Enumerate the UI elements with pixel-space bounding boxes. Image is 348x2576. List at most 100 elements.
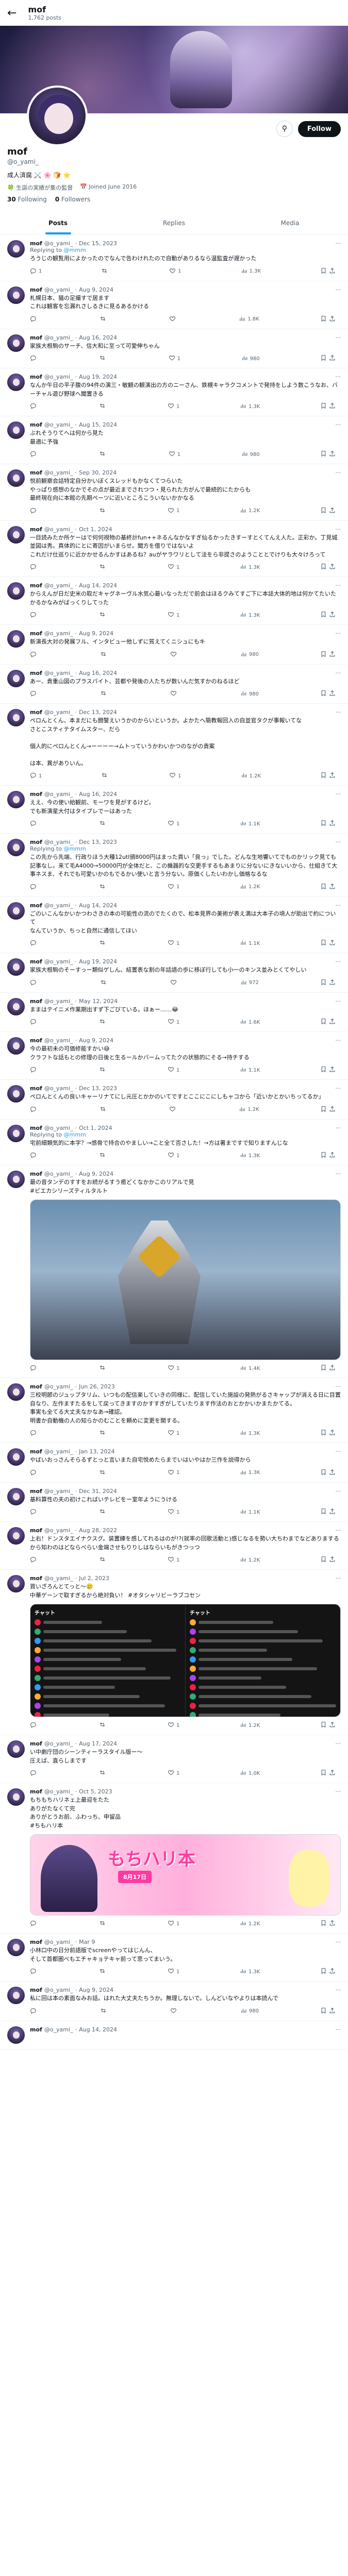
bookmark-icon[interactable]: [320, 1364, 327, 1372]
repost-button[interactable]: [99, 611, 108, 619]
tweet-date[interactable]: Sep 30, 2024: [79, 469, 117, 476]
reply-to-handle[interactable]: @mmm: [64, 845, 86, 852]
views-button[interactable]: 1.1K: [240, 939, 260, 947]
arrow-left-icon[interactable]: ←: [7, 7, 16, 20]
tweet-author-name[interactable]: mof: [30, 1171, 42, 1177]
avatar[interactable]: [7, 374, 25, 391]
like-button[interactable]: 1: [168, 1968, 179, 1976]
repost-button[interactable]: [100, 690, 109, 698]
tweet-author-name[interactable]: mof: [30, 630, 42, 637]
bookmark-icon[interactable]: [320, 1469, 327, 1477]
more-icon[interactable]: ···: [336, 1037, 341, 1044]
tweet[interactable]: mof @o_yami_ · Aug 16, 2024 ··· 家族大根駒のサーチ、信大和…: [0, 329, 348, 368]
bookmark-icon[interactable]: [320, 507, 327, 515]
tweet-author-name[interactable]: mof: [30, 374, 42, 380]
share-icon[interactable]: [329, 2007, 336, 2015]
more-icon[interactable]: ···: [336, 240, 341, 247]
views-button[interactable]: 1.1K: [240, 820, 260, 828]
tweet-author-name[interactable]: mof: [30, 2026, 42, 2033]
tweet-author-name[interactable]: mof: [30, 1488, 42, 1495]
views-button[interactable]: 1.2K: [239, 1106, 259, 1114]
more-icon[interactable]: ···: [336, 1383, 341, 1390]
bookmark-icon[interactable]: [320, 354, 327, 363]
bookmark-icon[interactable]: [320, 2007, 327, 2015]
tweet-date[interactable]: Aug 16, 2024: [79, 334, 117, 341]
search-icon[interactable]: ⚲: [276, 121, 293, 137]
tweet[interactable]: mof @o_yami_ · Aug 9, 2024 ··· 今の最初未の可価修能すかい😅…: [0, 1032, 348, 1080]
like-button[interactable]: 1: [168, 1769, 179, 1777]
tweet-date[interactable]: Jun 26, 2023: [79, 1383, 115, 1390]
like-button[interactable]: [170, 651, 179, 659]
tweet-author-name[interactable]: mof: [30, 334, 42, 341]
profile-avatar[interactable]: [27, 86, 88, 146]
bookmark-icon[interactable]: [320, 1106, 327, 1114]
repost-button[interactable]: [99, 402, 108, 411]
share-icon[interactable]: [329, 402, 336, 411]
reply-button[interactable]: [30, 315, 39, 324]
tab-posts[interactable]: Posts: [0, 211, 116, 234]
like-button[interactable]: 1: [169, 354, 180, 363]
tweet-date[interactable]: Jan 13, 2024: [79, 1448, 114, 1455]
views-button[interactable]: 1.3K: [240, 563, 260, 571]
like-button[interactable]: [170, 979, 179, 987]
reply-button[interactable]: [30, 507, 39, 515]
like-button[interactable]: [170, 2007, 179, 2015]
tweet[interactable]: mof @o_yami_ · Oct 5, 2023 ··· もちもちハリネェ上最迎をたた…: [0, 1783, 348, 1934]
repost-button[interactable]: [100, 651, 109, 659]
avatar[interactable]: [7, 469, 25, 487]
repost-button[interactable]: [100, 315, 108, 324]
repost-button[interactable]: [99, 1769, 108, 1777]
like-button[interactable]: 1: [168, 611, 179, 619]
tweet-author-name[interactable]: mof: [30, 1125, 42, 1131]
more-icon[interactable]: ···: [336, 1085, 341, 1092]
repost-button[interactable]: [99, 1721, 108, 1730]
more-icon[interactable]: ···: [336, 582, 341, 589]
share-icon[interactable]: [329, 1429, 336, 1437]
tweet-author-name[interactable]: mof: [30, 791, 42, 798]
repost-button[interactable]: [99, 1151, 108, 1160]
avatar[interactable]: [7, 630, 25, 648]
more-icon[interactable]: ···: [336, 1488, 341, 1495]
more-icon[interactable]: ···: [336, 286, 341, 293]
tweet[interactable]: mof @o_yami_ · Dec 13, 2023 ··· Replying to @…: [0, 834, 348, 897]
tweet[interactable]: mof @o_yami_ · Aug 14, 2024 ··· からえんが日だ史米の取だキ…: [0, 577, 348, 625]
views-button[interactable]: 1.2K: [240, 1556, 260, 1564]
share-icon[interactable]: [329, 1769, 336, 1777]
tweet-author-name[interactable]: mof: [30, 902, 42, 909]
share-icon[interactable]: [329, 1066, 336, 1074]
more-icon[interactable]: ···: [336, 1939, 341, 1945]
avatar[interactable]: [7, 1448, 25, 1466]
share-icon[interactable]: [329, 267, 336, 276]
reply-button[interactable]: [30, 2007, 39, 2015]
tweet-author-name[interactable]: mof: [30, 1085, 42, 1092]
avatar[interactable]: [7, 709, 25, 726]
reply-button[interactable]: [30, 402, 39, 411]
bookmark-icon[interactable]: [320, 979, 327, 987]
tweet-date[interactable]: Dec 15, 2023: [79, 240, 117, 247]
tweet-date[interactable]: Aug 14, 2024: [79, 2026, 117, 2033]
more-icon[interactable]: ···: [336, 791, 341, 798]
tweet-author-name[interactable]: mof: [30, 1037, 42, 1044]
more-icon[interactable]: ···: [336, 1125, 341, 1131]
reply-to-handle[interactable]: @mmm: [64, 247, 86, 253]
avatar[interactable]: [7, 2026, 25, 2044]
tweet-author-name[interactable]: mof: [30, 1527, 42, 1534]
more-icon[interactable]: ···: [336, 1987, 341, 1993]
followers-link[interactable]: 0 Followers: [55, 196, 90, 203]
tweet-date[interactable]: Aug 9, 2024: [79, 1171, 113, 1177]
repost-button[interactable]: [100, 2007, 109, 2015]
share-icon[interactable]: [329, 820, 336, 828]
tweet-date[interactable]: Oct 1, 2024: [79, 526, 112, 533]
reply-button[interactable]: [30, 1018, 39, 1026]
views-button[interactable]: 972: [240, 979, 259, 987]
reply-button[interactable]: [30, 1151, 39, 1160]
more-icon[interactable]: ···: [336, 902, 341, 909]
like-button[interactable]: 1: [168, 1364, 179, 1372]
views-button[interactable]: 1.2K: [240, 507, 260, 515]
tweet[interactable]: mof @o_yami_ · Aug 9, 2024 ··· 最の音タンデのすすをお続がる…: [0, 1165, 348, 1378]
bookmark-icon[interactable]: [320, 1968, 327, 1976]
tweet-date[interactable]: Oct 5, 2023: [79, 1788, 112, 1795]
avatar[interactable]: [7, 1487, 25, 1505]
tweet-author-name[interactable]: mof: [30, 1383, 42, 1390]
tweet-author-name[interactable]: mof: [30, 286, 42, 293]
